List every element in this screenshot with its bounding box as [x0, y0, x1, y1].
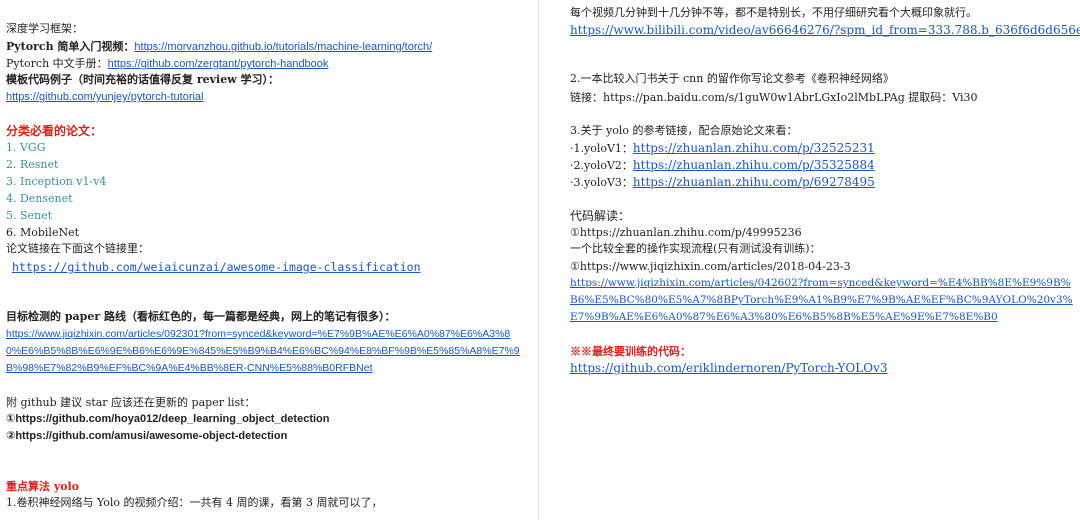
star-note: 附 github 建议 star 应该还在更新的 paper list： [6, 396, 256, 409]
pytorch-intro-label: Pytorch 简单入门视频： [6, 40, 135, 53]
paper-item: 1. VGG [6, 141, 46, 154]
pytorch-intro-link[interactable]: https://morvanzhou.github.io/tutorials/m… [134, 41, 432, 53]
paper-item: 2. Resnet [6, 158, 59, 171]
pytorch-handbook-line: Pytorch 中文手册：https://github.com/zergtant… [6, 57, 328, 71]
cnn-book-note: 2.一本比较入门书关于 cnn 的留作你写论文参考《卷积神经网络》 [570, 72, 894, 85]
yolo-ref-label: ·3.yoloV3： [570, 176, 633, 189]
detection-link[interactable]: https://www.jiqizhixin.com/articles/0923… [6, 326, 521, 377]
video-link[interactable]: https://www.bilibili.com/video/av6664627… [570, 23, 1080, 37]
yolo-ref-row: ·3.yoloV3：https://zhuanlan.zhihu.com/p/6… [570, 175, 875, 190]
paper-link-note: 论文链接在下面这个链接里： [6, 242, 149, 255]
yolo-ref-link[interactable]: https://zhuanlan.zhihu.com/p/35325884 [633, 158, 875, 172]
yolo-ref-label: ·1.yoloV1： [570, 142, 633, 155]
detection-heading: 目标检测的 paper 路线（看标红色的，每一篇都是经典，网上的笔记有很多）： [6, 310, 396, 323]
template-link[interactable]: https://github.com/yunjey/pytorch-tutori… [6, 90, 203, 104]
column-divider [538, 0, 539, 520]
cnn-book-link: 链接：https://pan.baidu.com/s/1guW0w1AbrLGx… [570, 91, 978, 104]
code-zhihu: ①https://zhuanlan.zhihu.com/p/49995236 [570, 226, 802, 239]
paper-item: 6. MobileNet [6, 226, 80, 239]
pytorch-intro-line: Pytorch 简单入门视频：https://morvanzhou.github… [6, 40, 432, 54]
yolo-refs-note: 3.关于 yolo 的参考链接，配合原始论文来看： [570, 124, 798, 137]
yolo-ref-row: ·2.yoloV2：https://zhuanlan.zhihu.com/p/3… [570, 158, 875, 173]
paper-item: 4. Densenet [6, 192, 73, 205]
final-link[interactable]: https://github.com/eriklindernoren/PyTor… [570, 361, 888, 375]
yolo-item-1: 1.卷积神经网络与 Yolo 的视频介绍：一共有 4 周的课，看第 3 周就可以… [6, 496, 383, 509]
star-list-item[interactable]: ②https://github.com/amusi/awesome-object… [6, 429, 287, 443]
template-heading: 模板代码例子（时间充裕的话值得反复 review 学习）： [6, 73, 279, 86]
yolo-ref-row: ·1.yoloV1：https://zhuanlan.zhihu.com/p/3… [570, 141, 875, 156]
code-heading: 代码解读： [570, 209, 631, 223]
code-jqzx-link[interactable]: https://www.jiqizhixin.com/articles/0426… [570, 275, 1075, 326]
video-note: 每个视频几分钟到十几分钟不等，都不是特别长，不用仔细研究看个大概印象就行。 [570, 6, 977, 19]
yolo-ref-link[interactable]: https://zhuanlan.zhihu.com/p/32525231 [633, 141, 875, 155]
classification-heading: 分类必看的论文： [6, 124, 103, 138]
yolo-ref-label: ·2.yoloV2： [570, 159, 633, 172]
yolo-ref-link[interactable]: https://zhuanlan.zhihu.com/p/69278495 [633, 175, 875, 189]
code-flow-note: 一个比较全套的操作实现流程(只有测试没有训练)： [570, 242, 821, 255]
code-jqzx: ①https://www.jiqizhixin.com/articles/201… [570, 260, 851, 273]
framework-heading: 深度学习框架： [6, 22, 83, 35]
paper-link[interactable]: https://github.com/weiaicunzai/awesome-i… [12, 260, 421, 274]
final-heading: ※※最终要训练的代码： [570, 345, 691, 358]
star-list-item[interactable]: ①https://github.com/hoya012/deep_learnin… [6, 412, 329, 426]
paper-item: 3. Inception v1-v4 [6, 175, 107, 188]
pytorch-handbook-link[interactable]: https://github.com/zergtant/pytorch-hand… [108, 58, 329, 70]
yolo-heading: 重点算法 yolo [6, 480, 80, 493]
paper-item: 5. Senet [6, 209, 53, 222]
pytorch-handbook-label: Pytorch 中文手册： [6, 57, 108, 70]
